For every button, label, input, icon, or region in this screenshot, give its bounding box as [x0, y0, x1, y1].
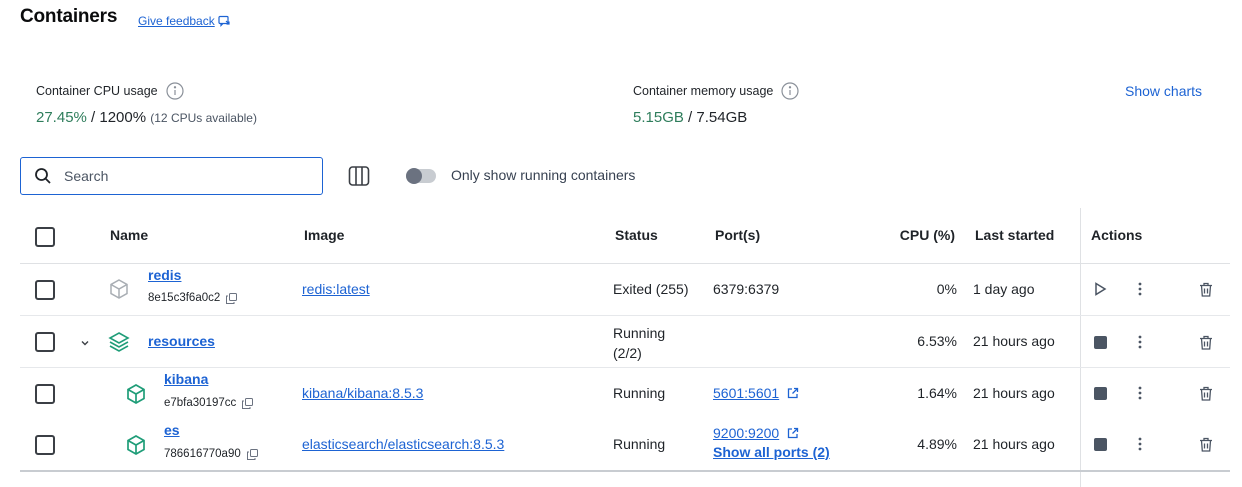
- stop-icon: [1093, 437, 1107, 451]
- more-vertical-icon: [1138, 437, 1142, 451]
- status-text: Running: [613, 436, 666, 452]
- start-button[interactable]: [1091, 280, 1109, 298]
- cube-icon: [127, 435, 145, 455]
- search-icon: [35, 168, 51, 184]
- container-id: e7bfa30197cc: [164, 397, 254, 409]
- trash-icon: [1200, 437, 1212, 452]
- cpu-value: 1.64%: [917, 385, 957, 401]
- feedback-icon: [218, 15, 230, 27]
- column-header-status[interactable]: Status: [615, 227, 658, 243]
- layers-icon: [108, 332, 130, 352]
- table-row[interactable]: es 786616770a90 elasticsearch/elasticsea…: [20, 419, 1230, 470]
- ports-text: 6379:6379: [713, 281, 780, 297]
- toggle-knob: [406, 168, 422, 184]
- info-icon[interactable]: [166, 82, 184, 100]
- row-checkbox[interactable]: [35, 435, 55, 455]
- more-actions-button[interactable]: [1131, 333, 1149, 351]
- port-link[interactable]: 9200:9200: [713, 425, 799, 441]
- show-charts-button[interactable]: Show charts: [1125, 83, 1202, 99]
- cube-icon: [110, 279, 128, 299]
- cpu-usage-value: 27.45% / 1200% (12 CPUs available): [36, 109, 257, 126]
- image-link[interactable]: elasticsearch/elasticsearch:8.5.3: [302, 436, 504, 452]
- column-header-actions: Actions: [1091, 227, 1143, 243]
- cube-icon: [127, 384, 145, 404]
- more-vertical-icon: [1138, 335, 1142, 349]
- cpu-value: 6.53%: [917, 333, 957, 349]
- containers-table: Name Image Status Port(s) CPU (%) Last s…: [20, 208, 1230, 487]
- copy-icon[interactable]: [226, 292, 238, 304]
- trash-icon: [1200, 386, 1212, 401]
- container-name-link[interactable]: kibana: [164, 371, 208, 387]
- stop-icon: [1093, 335, 1107, 349]
- running-only-label: Only show running containers: [451, 167, 636, 183]
- image-link[interactable]: redis:latest: [302, 281, 370, 297]
- more-actions-button[interactable]: [1131, 280, 1149, 298]
- external-link-icon[interactable]: [787, 427, 799, 439]
- columns-icon[interactable]: [347, 164, 371, 188]
- select-all-checkbox[interactable]: [35, 227, 55, 247]
- more-actions-button[interactable]: [1131, 435, 1149, 453]
- show-all-ports-link[interactable]: Show all ports (2): [713, 444, 830, 460]
- port-link[interactable]: 5601:5601: [713, 385, 799, 401]
- give-feedback-link[interactable]: Give feedback: [138, 14, 230, 28]
- search-box[interactable]: [20, 157, 323, 195]
- column-header-name[interactable]: Name: [110, 227, 148, 243]
- row-checkbox[interactable]: [35, 332, 55, 352]
- running-only-toggle[interactable]: [406, 168, 436, 184]
- row-checkbox[interactable]: [35, 280, 55, 300]
- last-started: 21 hours ago: [973, 436, 1055, 452]
- container-name-link[interactable]: redis: [148, 267, 181, 283]
- last-started: 21 hours ago: [973, 333, 1055, 349]
- last-started: 1 day ago: [973, 281, 1035, 297]
- column-header-cpu[interactable]: CPU (%): [875, 227, 955, 243]
- container-id: 8e15c3f6a0c2: [148, 292, 238, 304]
- chevron-down-icon[interactable]: [79, 337, 91, 349]
- info-icon[interactable]: [781, 82, 799, 100]
- row-checkbox[interactable]: [35, 384, 55, 404]
- table-row-group[interactable]: resources Running (2/2) 6.53% 21 hours a…: [20, 316, 1230, 368]
- page-title: Containers: [20, 6, 118, 27]
- more-vertical-icon: [1138, 386, 1142, 400]
- more-vertical-icon: [1138, 282, 1142, 296]
- stop-button[interactable]: [1091, 333, 1109, 351]
- delete-button[interactable]: [1197, 435, 1215, 453]
- status-text: Exited (255): [613, 281, 689, 297]
- stop-icon: [1093, 386, 1107, 400]
- delete-button[interactable]: [1197, 333, 1215, 351]
- column-header-last-started[interactable]: Last started: [975, 227, 1054, 243]
- column-header-ports[interactable]: Port(s): [715, 227, 760, 243]
- stop-button[interactable]: [1091, 384, 1109, 402]
- stop-button[interactable]: [1091, 435, 1109, 453]
- external-link-icon[interactable]: [787, 387, 799, 399]
- memory-usage-label: Container memory usage: [633, 82, 799, 100]
- play-icon: [1095, 282, 1107, 296]
- container-id: 786616770a90: [164, 448, 258, 460]
- cpu-usage-label: Container CPU usage: [36, 82, 184, 100]
- status-text: Running: [613, 385, 666, 401]
- table-row[interactable]: kibana e7bfa30197cc kibana/kibana:8.5.3 …: [20, 368, 1230, 419]
- trash-icon: [1200, 282, 1212, 297]
- stack-name-link[interactable]: resources: [148, 333, 215, 349]
- container-name-link[interactable]: es: [164, 422, 180, 438]
- delete-button[interactable]: [1197, 384, 1215, 402]
- more-actions-button[interactable]: [1131, 384, 1149, 402]
- column-header-image[interactable]: Image: [304, 227, 344, 243]
- last-started: 21 hours ago: [973, 385, 1055, 401]
- trash-icon: [1200, 335, 1212, 350]
- table-bottom-border: [20, 470, 1230, 472]
- cpu-value: 4.89%: [917, 436, 957, 452]
- cpu-value: 0%: [936, 281, 957, 297]
- image-link[interactable]: kibana/kibana:8.5.3: [302, 385, 423, 401]
- table-header: Name Image Status Port(s) CPU (%) Last s…: [20, 208, 1230, 264]
- table-row[interactable]: redis 8e15c3f6a0c2 redis:latest Exited (…: [20, 264, 1230, 316]
- copy-icon[interactable]: [242, 397, 254, 409]
- copy-icon[interactable]: [246, 448, 258, 460]
- give-feedback-label: Give feedback: [138, 14, 215, 28]
- search-input[interactable]: [64, 168, 294, 184]
- memory-usage-value: 5.15GB / 7.54GB: [633, 109, 748, 126]
- status-text: Running (2/2): [613, 325, 666, 361]
- delete-button[interactable]: [1197, 280, 1215, 298]
